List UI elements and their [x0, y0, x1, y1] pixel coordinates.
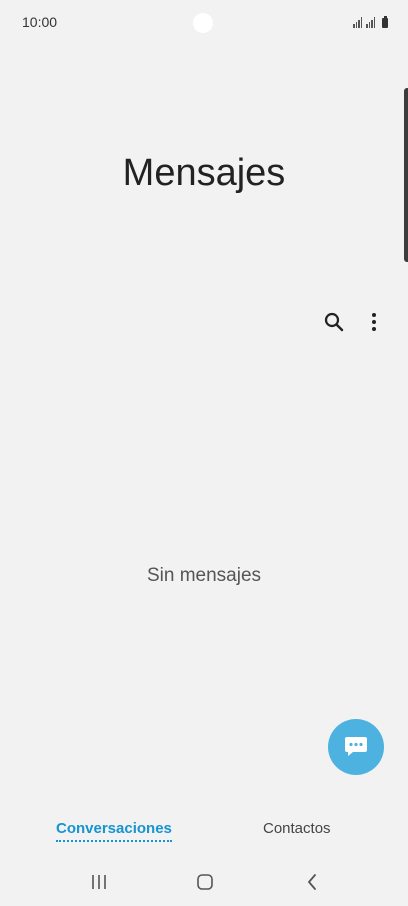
back-icon — [308, 874, 316, 890]
navigation-bar — [0, 860, 408, 906]
search-icon — [324, 312, 344, 332]
camera-cutout — [193, 13, 213, 33]
empty-state-text: Sin mensajes — [146, 565, 262, 586]
page-title: Mensajes — [122, 152, 286, 194]
signal-icon — [353, 17, 362, 28]
tab-conversaciones[interactable]: Conversaciones — [56, 820, 172, 842]
new-message-button[interactable] — [328, 719, 384, 775]
home-button[interactable] — [190, 870, 220, 894]
more-options-icon — [372, 313, 376, 331]
back-button[interactable] — [297, 870, 327, 894]
status-icons — [353, 14, 388, 28]
home-icon — [197, 874, 213, 890]
toolbar — [322, 310, 386, 334]
signal-icon — [366, 17, 375, 28]
search-button[interactable] — [322, 310, 346, 334]
recent-apps-icon — [92, 875, 106, 889]
status-time: 10:00 — [22, 14, 58, 30]
recent-apps-button[interactable] — [84, 870, 114, 894]
more-options-button[interactable] — [362, 310, 386, 334]
tab-contactos[interactable]: Contactos — [263, 820, 331, 837]
battery-icon — [382, 16, 388, 28]
bottom-tabs: Conversaciones Contactos — [0, 808, 408, 852]
new-message-icon — [345, 737, 367, 756]
status-bar: 10:00 — [0, 0, 408, 46]
